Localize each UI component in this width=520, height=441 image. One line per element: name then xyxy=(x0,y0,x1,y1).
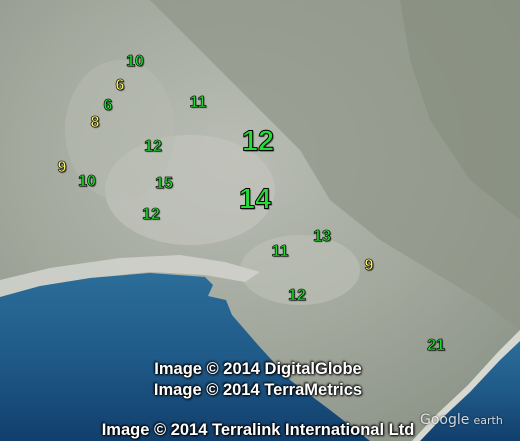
map-marker[interactable]: 11 xyxy=(189,94,207,111)
map-marker[interactable]: 12 xyxy=(142,206,160,223)
map-marker[interactable]: 9 xyxy=(364,257,374,274)
map-marker[interactable]: 8 xyxy=(90,114,100,131)
credit-terralink: Image © 2014 Terralink International Ltd xyxy=(101,421,415,439)
map-marker[interactable]: 14 xyxy=(238,185,271,215)
map-marker[interactable]: 9 xyxy=(57,159,67,176)
map-marker[interactable]: 10 xyxy=(78,173,96,190)
map-marker[interactable]: 12 xyxy=(144,138,162,155)
map-marker[interactable]: 11 xyxy=(271,243,289,260)
google-wordmark: Google xyxy=(420,412,470,428)
credit-digitalglobe: Image © 2014 DigitalGlobe xyxy=(154,360,362,378)
map-marker[interactable]: 6 xyxy=(115,77,125,94)
earth-wordmark: earth xyxy=(473,414,503,427)
map-marker[interactable]: 10 xyxy=(126,53,144,70)
map-marker[interactable]: 13 xyxy=(313,228,331,245)
credit-terrametrics: Image © 2014 TerraMetrics xyxy=(153,381,363,399)
map-marker[interactable]: 15 xyxy=(155,175,173,192)
map-marker[interactable]: 21 xyxy=(427,337,445,354)
map-marker[interactable]: 12 xyxy=(288,287,306,304)
map-marker[interactable]: 12 xyxy=(241,127,274,157)
map-marker[interactable]: 6 xyxy=(103,97,113,114)
google-earth-logo: Google earth xyxy=(420,412,503,428)
